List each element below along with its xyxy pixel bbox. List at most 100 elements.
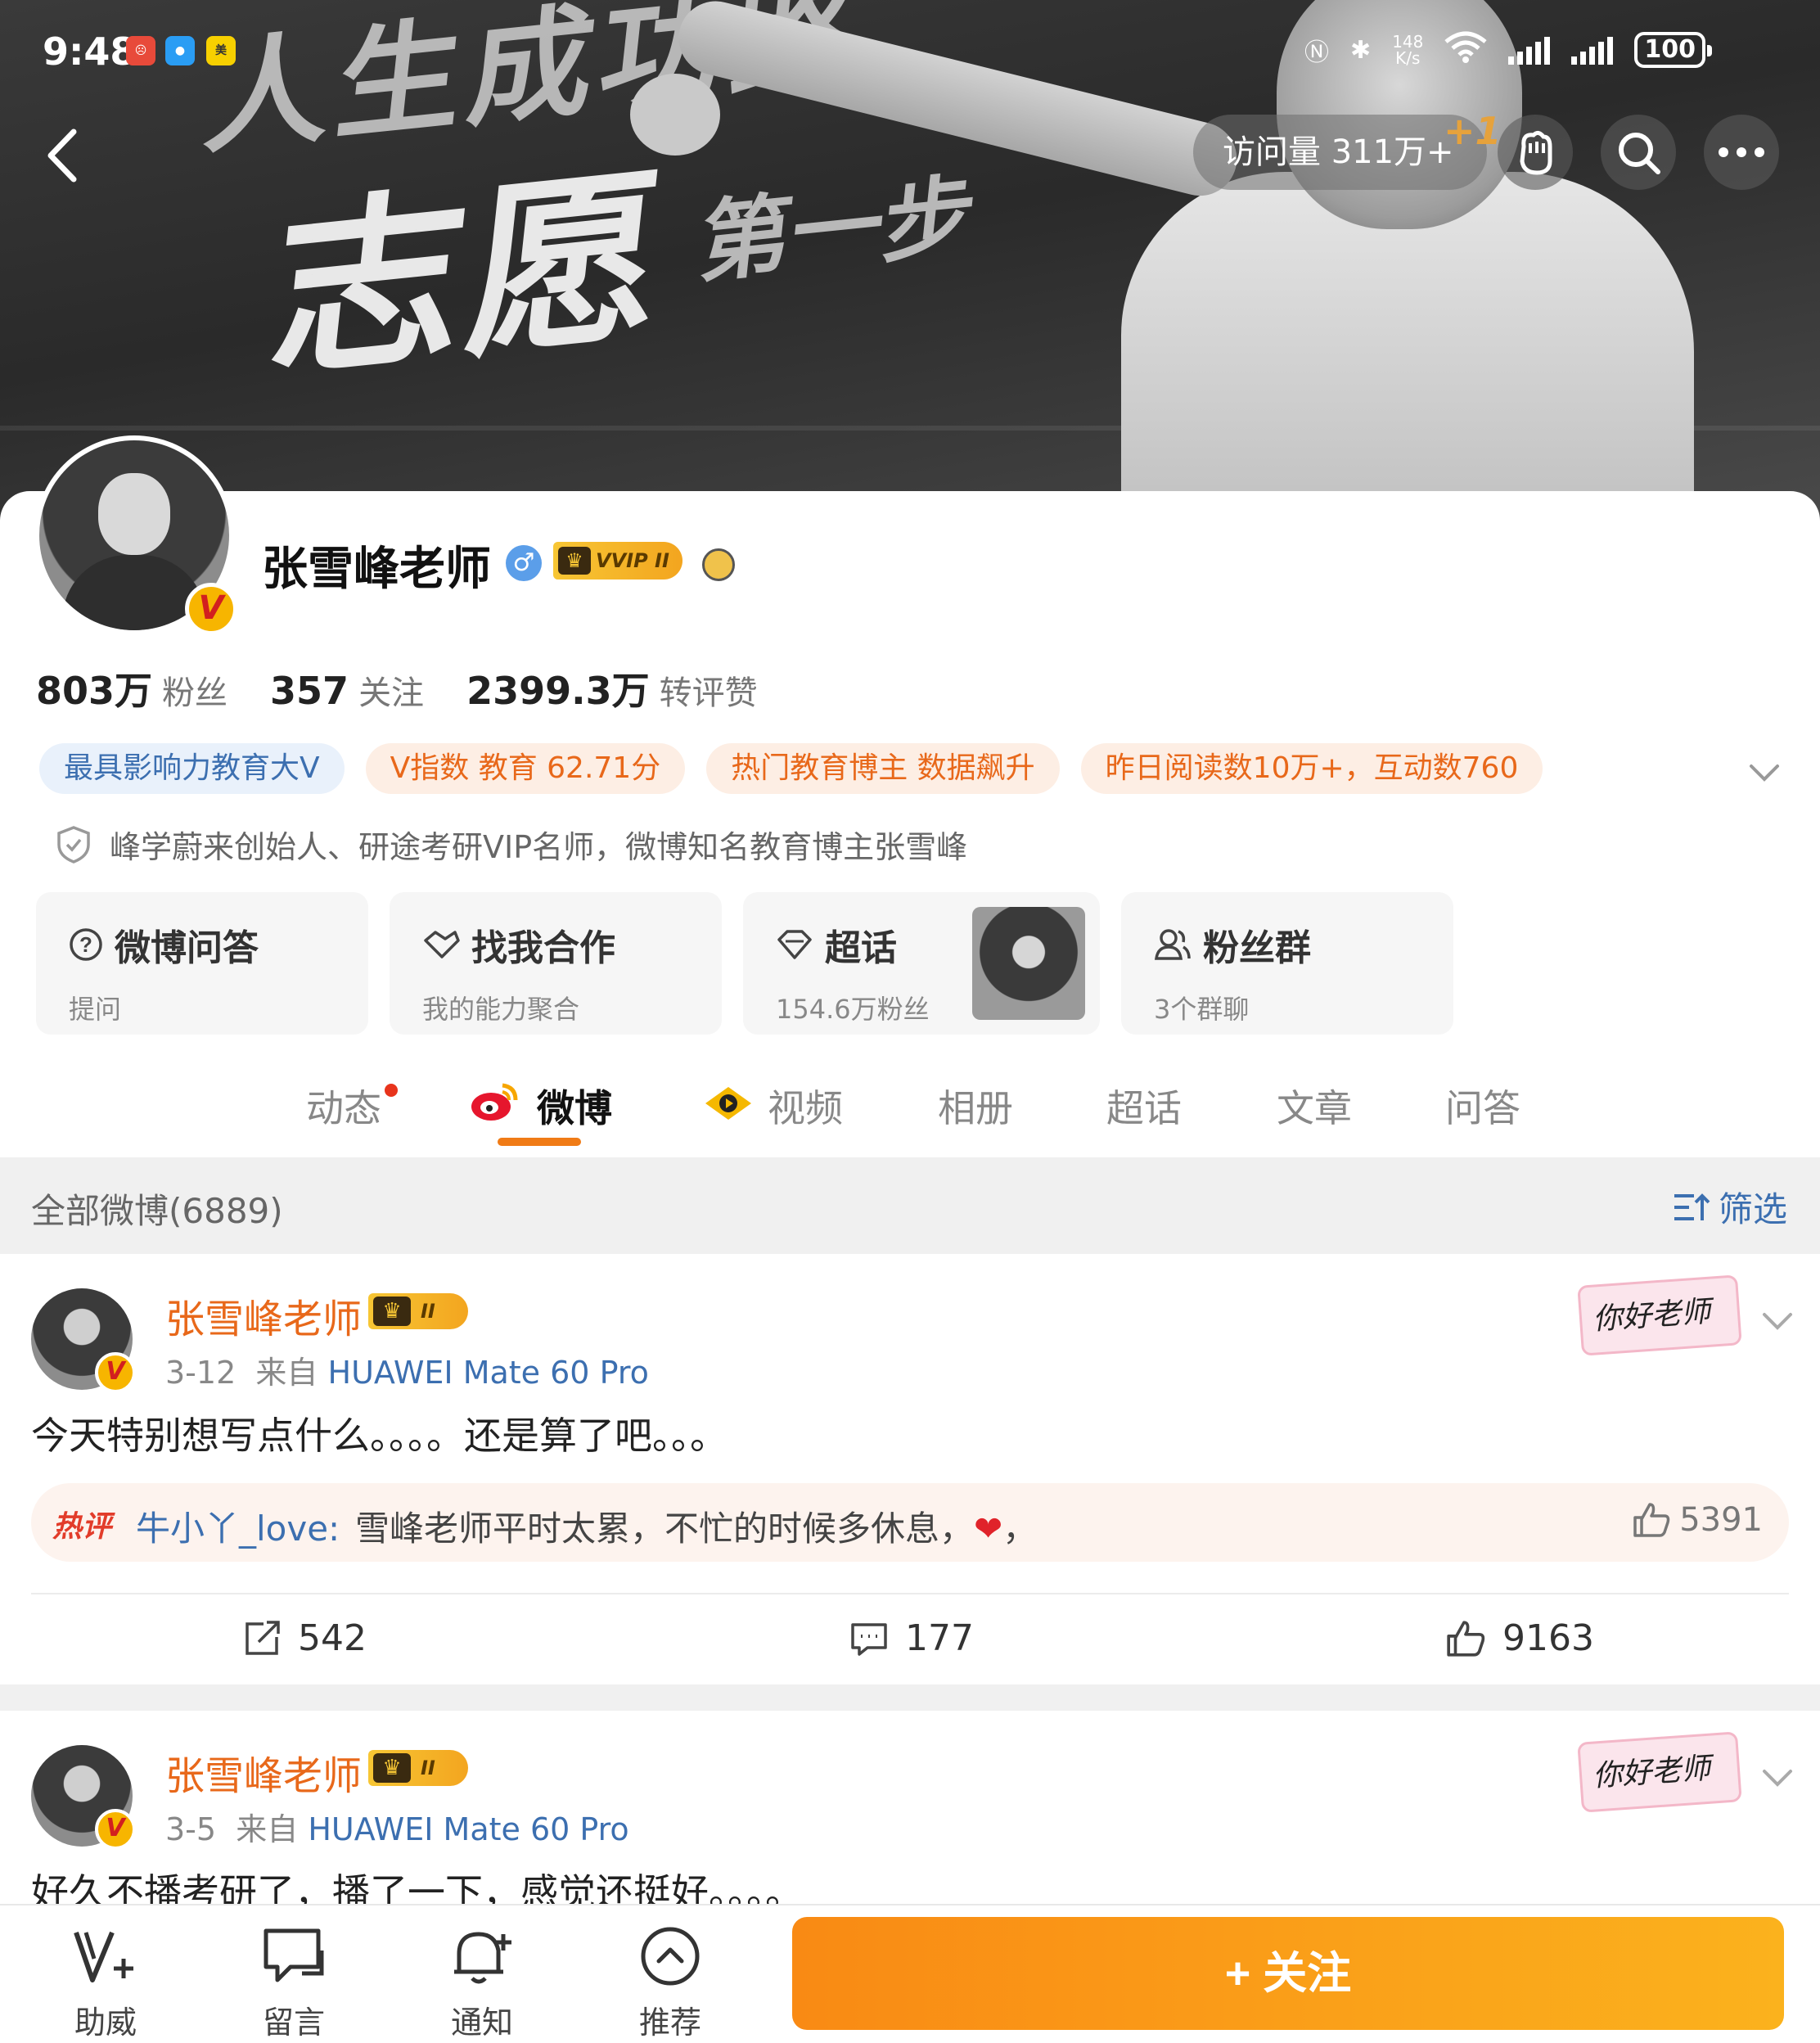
vvip-badge[interactable]: ♛ VVIP II <box>553 542 682 580</box>
bottom-action-bar: 助威 留言 通知 推荐 + 关注 <box>0 1904 1820 2043</box>
feed-header: 全部微博(6889) 筛选 <box>0 1157 1820 1254</box>
network-speed: 148 K/s <box>1392 34 1423 66</box>
tab-articles[interactable]: 文章 <box>1277 1079 1352 1133</box>
follow-button[interactable]: + 关注 <box>792 1917 1784 2030</box>
avatar-body <box>62 555 206 630</box>
meituan-app-icon: 美 <box>206 36 236 65</box>
entry-sub: 提问 <box>69 994 122 1025</box>
banner-slogan-small: 第一步 <box>695 163 981 295</box>
tag-influence[interactable]: 最具影响力教育大V <box>39 743 345 794</box>
post-date: 3-12 <box>165 1355 237 1391</box>
expand-tags-button[interactable] <box>1743 751 1786 794</box>
status-bar: 9:48 ☹ ● 美 Ⓝ ✱ 148 K/s 100 <box>0 0 1820 98</box>
entry-title: 微博问答 <box>115 927 259 969</box>
following-stat[interactable]: 357 关注 <box>270 666 424 714</box>
battery-indicator: 100 <box>1634 32 1712 68</box>
group-users-icon <box>1154 929 1191 960</box>
tab-video[interactable]: 视频 <box>768 1079 843 1133</box>
banner-slogan-main: 志愿 <box>261 147 678 405</box>
search-button[interactable] <box>1601 115 1676 190</box>
following-count: 357 <box>270 669 349 713</box>
super-topic-thumbnail <box>972 907 1085 1020</box>
likes-stat[interactable]: 2399.3万 转评赞 <box>466 661 758 715</box>
message-board-icon <box>264 1928 324 1982</box>
tab-album[interactable]: 相册 <box>938 1079 1013 1133</box>
like-button[interactable]: 9163 <box>1445 1617 1594 1659</box>
filter-button[interactable]: 筛选 <box>1673 1182 1787 1232</box>
lock-badge-icon[interactable] <box>702 548 735 581</box>
bio-text: 峰学蔚来创始人、研途考研VIP名师，微博知名教育博主张雪峰 <box>110 829 968 865</box>
message-board-label: 留言 <box>262 2005 325 2041</box>
tab-dynamics[interactable]: 动态 <box>306 1079 381 1133</box>
comment-button[interactable]: 177 <box>849 1617 974 1659</box>
post-device[interactable]: HUAWEI Mate 60 Pro <box>328 1355 649 1391</box>
profile-tags: 最具影响力教育大V V指数 教育 62.71分 热门教育博主 数据飙升 昨日阅读… <box>39 743 1543 794</box>
post-text: 今天特别想写点什么。。。。还是算了吧。。。 <box>31 1414 728 1458</box>
followers-label: 粉丝 <box>162 674 228 712</box>
greeting-sticker: 你好老师 <box>1570 1262 1743 1360</box>
avatar-face <box>98 473 170 555</box>
entry-title: 找我合作 <box>471 927 615 969</box>
vip-badge: II <box>368 1293 468 1329</box>
post-meta: 3-12 来自 HUAWEI Mate 60 Pro <box>165 1347 649 1392</box>
post-author[interactable]: 张雪峰老师 <box>165 1743 362 1801</box>
active-tab-indicator <box>498 1138 581 1146</box>
chevron-down-icon <box>1750 764 1779 782</box>
tab-super-topic[interactable]: 超话 <box>1106 1079 1182 1133</box>
chevron-down-icon <box>1763 1770 1792 1787</box>
hot-comment-user[interactable]: 牛小丫_love: <box>136 1501 340 1551</box>
tag-hot-blogger[interactable]: 热门教育博主 数据飙升 <box>706 743 1060 794</box>
filter-label: 筛选 <box>1718 1189 1787 1229</box>
profile-tabs: 动态 微博 视频 相册 超话 文章 问答 <box>0 1056 1820 1154</box>
vip-badge: II <box>368 1750 468 1786</box>
post-device[interactable]: HUAWEI Mate 60 Pro <box>308 1811 628 1847</box>
entry-weibo-qa[interactable]: ? 微博问答 提问 <box>36 892 368 1035</box>
visit-count-button[interactable]: 访问量 311万+ +1 <box>1193 109 1502 190</box>
hot-comment-label: 热评 <box>52 1510 112 1544</box>
sticker-text: 你好老师 <box>1591 1295 1712 1337</box>
tab-qa[interactable]: 问答 <box>1445 1079 1520 1133</box>
entry-cooperate[interactable]: 找我合作 我的能力聚合 <box>390 892 722 1035</box>
post-source-prefix: 来自 <box>236 1811 299 1847</box>
tag-reads[interactable]: 昨日阅读数10万+，互动数760 <box>1080 743 1543 794</box>
chevron-down-icon <box>1763 1313 1792 1330</box>
repost-button[interactable]: 542 <box>242 1617 367 1659</box>
cheer-button[interactable]: 助威 <box>44 1922 167 2042</box>
hot-comment-like-button[interactable]: 5391 <box>1632 1501 1763 1539</box>
sticker-text: 你好老师 <box>1591 1752 1712 1793</box>
tab-weibo[interactable]: 微博 <box>537 1079 612 1133</box>
more-button[interactable] <box>1704 115 1779 190</box>
verified-v-badge-icon: V <box>185 583 237 635</box>
repost-icon <box>246 1620 280 1655</box>
video-icon <box>702 1084 755 1126</box>
post-menu-button[interactable] <box>1759 1303 1795 1339</box>
more-dots-icon <box>1719 147 1764 157</box>
comment-count: 177 <box>905 1617 974 1659</box>
search-icon <box>1619 133 1660 174</box>
greeting-sticker: 你好老师 <box>1570 1719 1743 1817</box>
entry-fan-group[interactable]: 粉丝群 3个群聊 <box>1121 892 1453 1035</box>
hot-comment-text-wrap: 雪峰老师平时太累，不忙的时候多休息，❤， <box>355 1501 1037 1551</box>
hot-comment[interactable]: 热评 牛小丫_love: 雪峰老师平时太累，不忙的时候多休息，❤， 5391 <box>31 1483 1789 1562</box>
message-board-button[interactable]: 留言 <box>232 1922 355 2042</box>
tag-v-index[interactable]: V指数 教育 62.71分 <box>365 743 686 794</box>
recommend-button[interactable]: 推荐 <box>609 1922 732 2042</box>
like-profile-button[interactable] <box>1498 115 1573 190</box>
entry-sub: 3个群聊 <box>1154 994 1250 1025</box>
post-menu-button[interactable] <box>1759 1760 1795 1796</box>
notify-label: 通知 <box>450 2005 513 2041</box>
profile-entries: ? 微博问答 提问 找我合作 我的能力聚合 超话 154.6万粉丝 粉丝群 3个群… <box>36 892 1453 1035</box>
profile-avatar[interactable]: V <box>34 435 237 635</box>
back-button[interactable] <box>29 123 95 188</box>
weibo-post[interactable]: V 张雪峰老师 II 3-5 来自 HUAWEI Mate 60 Pro 你好老… <box>0 1711 1820 1904</box>
message-app-icon: ● <box>165 36 195 65</box>
notify-button[interactable]: 通知 <box>421 1922 543 2042</box>
followers-stat[interactable]: 803万 粉丝 <box>36 661 228 715</box>
followers-count: 803万 <box>36 669 153 713</box>
thumbs-up-icon <box>1447 1620 1485 1657</box>
chevron-up-circle-icon <box>641 1927 700 1986</box>
network-speed-unit: K/s <box>1395 48 1421 68</box>
v-plus-icon <box>74 1931 133 1982</box>
entry-super-topic[interactable]: 超话 154.6万粉丝 <box>743 892 1100 1035</box>
post-author[interactable]: 张雪峰老师 <box>165 1287 362 1344</box>
